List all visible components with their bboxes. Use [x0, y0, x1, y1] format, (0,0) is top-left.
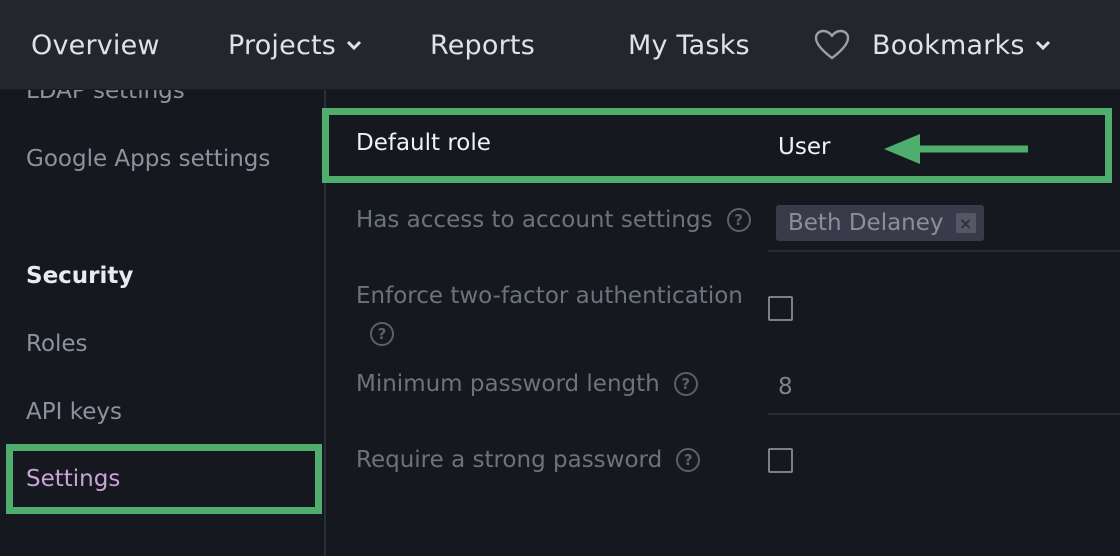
sidebar-item-roles[interactable]: Roles: [26, 331, 88, 357]
sidebar-item-google-apps-settings[interactable]: Google Apps settings: [26, 146, 270, 172]
strong-password-label-text: Require a strong password: [356, 447, 663, 473]
nav-reports[interactable]: Reports: [430, 0, 535, 90]
account-access-label: Has access to account settings ?: [356, 207, 751, 233]
min-password-label: Minimum password length ?: [356, 371, 698, 397]
sidebar-section-security: Security: [26, 263, 134, 289]
strong-password-label: Require a strong password ?: [356, 447, 701, 473]
nav-projects[interactable]: Projects: [228, 0, 362, 90]
user-tag-label: Beth Delaney: [788, 210, 944, 236]
sidebar-item-api-keys[interactable]: API keys: [26, 399, 122, 425]
help-icon[interactable]: ?: [726, 208, 751, 232]
min-password-field-underline: [768, 413, 1120, 415]
default-role-select[interactable]: User: [778, 134, 830, 160]
help-icon[interactable]: ?: [676, 448, 701, 472]
remove-tag-icon[interactable]: ×: [955, 213, 976, 233]
top-navigation: Overview Projects Reports My Tasks Bookm…: [0, 0, 1120, 90]
nav-reports-label: Reports: [430, 29, 535, 61]
chevron-down-icon: [346, 40, 362, 51]
min-password-label-text: Minimum password length: [356, 371, 660, 397]
two-factor-checkbox[interactable]: [768, 296, 793, 321]
nav-my-tasks[interactable]: My Tasks: [628, 0, 750, 90]
sidebar-divider: [324, 90, 326, 556]
account-access-label-text: Has access to account settings: [356, 207, 713, 233]
arrow-left-icon: [884, 134, 1028, 164]
sidebar-item-settings[interactable]: Settings: [26, 466, 120, 492]
heart-icon: [814, 29, 850, 60]
min-password-input[interactable]: 8: [778, 374, 793, 400]
account-access-field-underline: [768, 250, 1120, 252]
nav-overview-label: Overview: [31, 29, 160, 61]
sidebar-item-ldap-settings[interactable]: LDAP settings: [26, 90, 185, 104]
sidebar: LDAP settings Google Apps settings Secur…: [0, 90, 324, 556]
nav-my-tasks-label: My Tasks: [628, 29, 750, 61]
user-tag: Beth Delaney ×: [776, 205, 984, 241]
nav-bookmarks[interactable]: Bookmarks: [814, 0, 1051, 90]
two-factor-label: Enforce two-factor authentication: [356, 283, 743, 309]
default-role-label: Default role: [356, 130, 491, 156]
help-icon[interactable]: ?: [370, 322, 394, 346]
strong-password-checkbox[interactable]: [768, 448, 793, 473]
chevron-down-icon: [1035, 40, 1050, 51]
nav-bookmarks-label: Bookmarks: [872, 29, 1025, 61]
help-icon[interactable]: ?: [673, 372, 698, 396]
nav-overview[interactable]: Overview: [31, 0, 160, 90]
two-factor-label-text: Enforce two-factor authentication: [356, 283, 743, 309]
nav-projects-label: Projects: [228, 29, 337, 61]
